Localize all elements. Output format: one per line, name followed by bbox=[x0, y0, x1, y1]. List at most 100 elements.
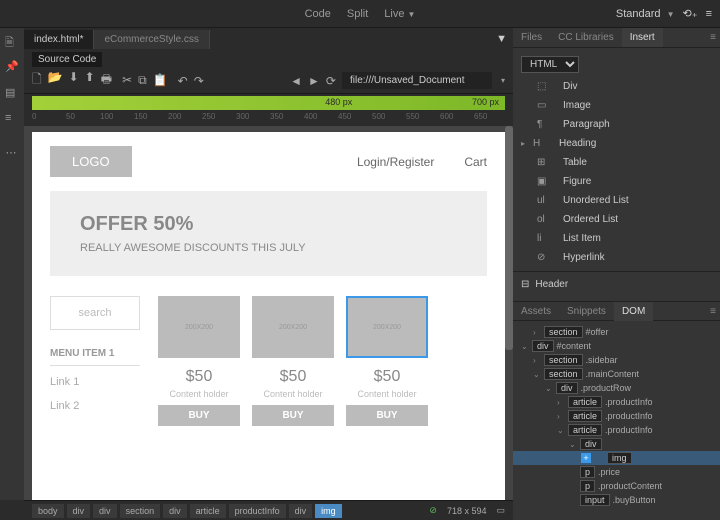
sync-icon[interactable]: ⟲₊ bbox=[683, 7, 698, 20]
nav-back-icon[interactable]: ◄ bbox=[290, 74, 302, 88]
dom-node[interactable]: ⌄div.productRow bbox=[513, 381, 720, 395]
insert-category-select[interactable]: HTML bbox=[521, 56, 579, 73]
url-field[interactable]: file:///Unsaved_Document bbox=[342, 72, 492, 89]
live-preview-canvas[interactable]: LOGO Login/Register Cart OFFER 50% REALL… bbox=[32, 132, 505, 500]
layers-icon[interactable]: ▤ bbox=[5, 86, 19, 100]
buy-button[interactable]: BUY bbox=[252, 405, 334, 426]
insert-item[interactable]: ulUnordered List bbox=[513, 191, 720, 210]
mode-live[interactable]: Live▼ bbox=[384, 8, 415, 20]
product-card[interactable]: 200X200 $50 Content holder BUY bbox=[252, 296, 334, 426]
dom-node[interactable]: +img bbox=[513, 451, 720, 465]
buy-button[interactable]: BUY bbox=[158, 405, 240, 426]
new-file-icon[interactable]: 🗋 bbox=[32, 70, 42, 91]
panel-tab[interactable]: CC Libraries bbox=[550, 28, 622, 47]
dom-node[interactable]: p.productContent bbox=[513, 479, 720, 493]
search-input[interactable]: search bbox=[50, 296, 140, 330]
view-mode-switcher: Code Split Live▼ bbox=[305, 8, 416, 20]
insert-item[interactable]: ⊞Table bbox=[513, 153, 720, 172]
sidebar-link[interactable]: Link 1 bbox=[50, 376, 140, 388]
product-row: 200X200 $50 Content holder BUY200X200 $5… bbox=[158, 296, 487, 426]
breadcrumb-segment[interactable]: body bbox=[32, 504, 64, 518]
login-link[interactable]: Login/Register bbox=[357, 155, 434, 169]
insert-item[interactable]: olOrdered List bbox=[513, 210, 720, 229]
dom-node[interactable]: ⌄section.mainContent bbox=[513, 367, 720, 381]
paste-icon[interactable]: 📋 bbox=[153, 73, 168, 88]
product-card[interactable]: 200X200 $50 Content holder BUY bbox=[158, 296, 240, 426]
product-price: $50 bbox=[252, 368, 334, 386]
dom-node[interactable]: ⌄div#content bbox=[513, 339, 720, 353]
dom-node[interactable]: ›article.productInfo bbox=[513, 409, 720, 423]
sidebar-link[interactable]: Link 2 bbox=[50, 400, 140, 412]
insert-item[interactable]: ⬚Div bbox=[513, 77, 720, 96]
dom-node[interactable]: ›article.productInfo bbox=[513, 395, 720, 409]
breakpoint-bar[interactable]: 480 px 700 px bbox=[32, 96, 505, 110]
breadcrumb-segment[interactable]: img bbox=[315, 504, 342, 518]
menu-icon[interactable]: ≡ bbox=[706, 8, 712, 20]
panel-tab[interactable]: Insert bbox=[622, 28, 663, 47]
breadcrumb-segment[interactable]: div bbox=[93, 504, 117, 518]
insert-header[interactable]: ⊟Header bbox=[513, 276, 720, 293]
product-card[interactable]: ≡ img +200X200 $50 Content holder BUY bbox=[346, 296, 428, 426]
align-icon[interactable]: ≡ bbox=[5, 112, 19, 126]
nav-fwd-icon[interactable]: ► bbox=[308, 74, 320, 88]
mode-code[interactable]: Code bbox=[305, 8, 331, 20]
pin-icon[interactable]: 📌 bbox=[5, 60, 19, 74]
panel-tab[interactable]: Assets bbox=[513, 302, 559, 321]
cart-link[interactable]: Cart bbox=[464, 155, 487, 169]
insert-item[interactable]: ▣Figure bbox=[513, 172, 720, 191]
files-icon[interactable]: 🗎 bbox=[5, 34, 19, 48]
breadcrumb-segment[interactable]: div bbox=[67, 504, 91, 518]
insert-item[interactable]: ▭Image bbox=[513, 96, 720, 115]
insert-item[interactable]: ▸HHeading bbox=[513, 134, 720, 153]
buy-button[interactable]: BUY bbox=[346, 405, 428, 426]
insert-item[interactable]: ¶Paragraph bbox=[513, 115, 720, 134]
undo-icon[interactable]: ↶ bbox=[178, 74, 188, 88]
source-code-label[interactable]: Source Code bbox=[32, 52, 102, 67]
breadcrumb-segment[interactable]: div bbox=[163, 504, 187, 518]
reload-icon[interactable]: ⟳ bbox=[326, 74, 336, 88]
dom-node[interactable]: ›section.sidebar bbox=[513, 353, 720, 367]
breadcrumb-segment[interactable]: div bbox=[289, 504, 313, 518]
open-file-icon[interactable]: 📂 bbox=[48, 70, 63, 91]
filter-icon[interactable]: ▼ bbox=[496, 33, 507, 45]
panel-tab[interactable]: Snippets bbox=[559, 302, 614, 321]
dom-node[interactable]: ⌄article.productInfo bbox=[513, 423, 720, 437]
download-icon[interactable]: ⬇ bbox=[69, 70, 79, 91]
product-image-placeholder[interactable]: 200X200 bbox=[346, 296, 428, 358]
url-dropdown-icon[interactable]: ▾ bbox=[501, 76, 505, 85]
insert-item[interactable]: ⊘Hyperlink bbox=[513, 248, 720, 267]
panel-tab[interactable]: Files bbox=[513, 28, 550, 47]
breadcrumb-segment[interactable]: productInfo bbox=[229, 504, 286, 518]
insert-item[interactable]: liList Item bbox=[513, 229, 720, 248]
tab-css[interactable]: eCommerceStyle.css bbox=[94, 30, 209, 49]
product-image-placeholder[interactable]: 200X200 bbox=[252, 296, 334, 358]
tab-index[interactable]: index.html* bbox=[24, 30, 94, 49]
cut-icon[interactable]: ✂ bbox=[122, 73, 132, 88]
print-icon[interactable]: 🖶 bbox=[101, 70, 112, 91]
device-icon[interactable]: ▭ bbox=[496, 505, 505, 516]
left-tool-rail: 🗎 📌 ▤ ≡ ⋯ bbox=[0, 28, 24, 500]
page-sidebar: search MENU ITEM 1 Link 1 Link 2 bbox=[50, 296, 140, 426]
copy-icon[interactable]: ⧉ bbox=[138, 73, 147, 88]
mode-split[interactable]: Split bbox=[347, 8, 368, 20]
dom-node[interactable]: ⌄div bbox=[513, 437, 720, 451]
redo-icon[interactable]: ↷ bbox=[194, 74, 204, 88]
panel-menu-icon[interactable]: ≡ bbox=[710, 32, 716, 43]
logo-placeholder[interactable]: LOGO bbox=[50, 146, 132, 177]
offer-subtitle: REALLY AWESOME DISCOUNTS THIS JULY bbox=[80, 242, 457, 254]
scrollbar[interactable] bbox=[505, 126, 513, 350]
product-image-placeholder[interactable]: 200X200 bbox=[158, 296, 240, 358]
panel-tab[interactable]: DOM bbox=[614, 302, 653, 321]
more-icon[interactable]: ⋯ bbox=[6, 146, 19, 159]
dom-node[interactable]: ›section#offer bbox=[513, 325, 720, 339]
dom-node[interactable]: p.price bbox=[513, 465, 720, 479]
dom-node[interactable]: input.buyButton bbox=[513, 493, 720, 507]
offer-title: OFFER 50% bbox=[80, 213, 457, 236]
breadcrumb-segment[interactable]: article bbox=[190, 504, 226, 518]
upload-icon[interactable]: ⬆ bbox=[85, 70, 95, 91]
canvas-dimensions: 718 x 594 bbox=[447, 506, 487, 516]
panel-menu-icon[interactable]: ≡ bbox=[710, 306, 716, 317]
breadcrumb-segment[interactable]: section bbox=[120, 504, 161, 518]
workspace-selector[interactable]: Standard ▼ bbox=[616, 8, 675, 20]
offer-banner[interactable]: OFFER 50% REALLY AWESOME DISCOUNTS THIS … bbox=[50, 191, 487, 276]
